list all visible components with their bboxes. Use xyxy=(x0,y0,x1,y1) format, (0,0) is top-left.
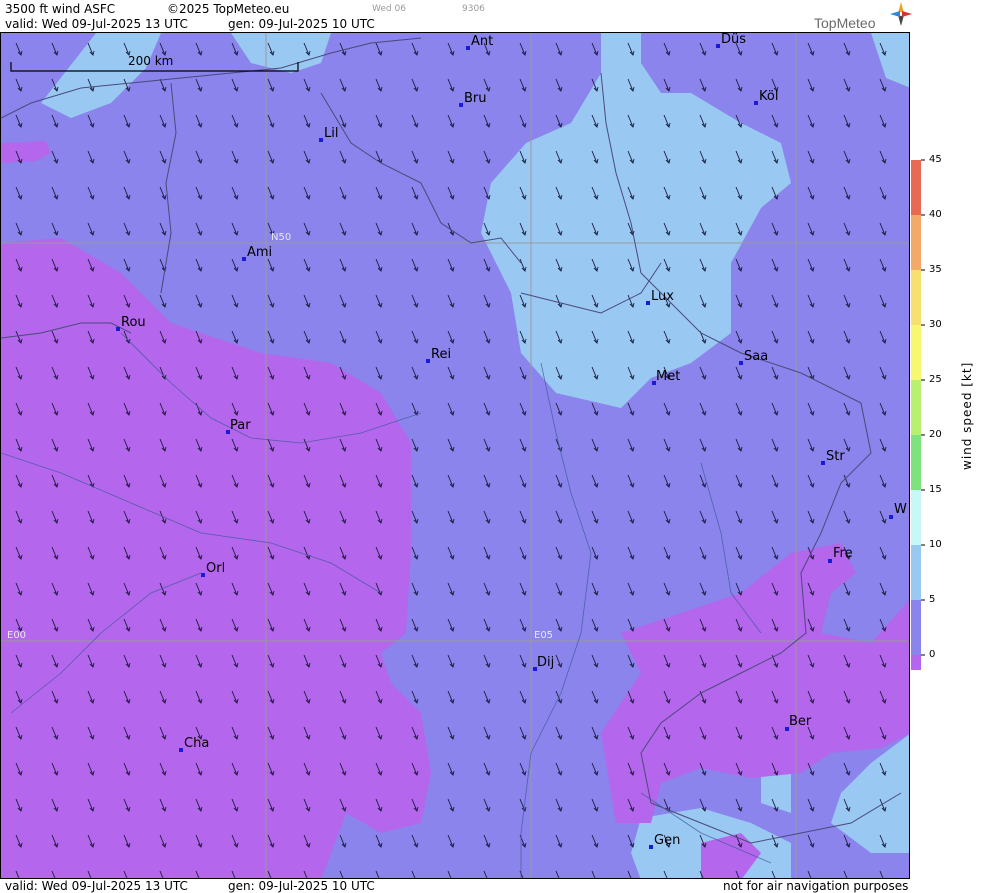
copyright-text: ©2025 TopMeteo.eu xyxy=(167,2,290,16)
svg-text:Dij: Dij xyxy=(537,655,554,670)
legend-swatch xyxy=(911,490,921,545)
compass-logo-icon xyxy=(890,2,912,26)
legend-swatch xyxy=(911,270,921,325)
svg-text:Ant: Ant xyxy=(471,34,493,49)
grid-label-e05: E05 xyxy=(534,630,553,641)
wind-speed-legend: 45 40 35 30 25 20 15 10 5 0 xyxy=(905,150,1000,670)
grid-label-n50: N50 xyxy=(271,232,291,243)
city-ber[interactable]: Ber xyxy=(785,714,812,731)
valid-time: valid: Wed 09-Jul-2025 13 UTC xyxy=(5,17,188,31)
city-cha[interactable]: Cha xyxy=(179,736,209,752)
svg-text:Lil: Lil xyxy=(324,126,338,141)
scale-bar-label: 200 km xyxy=(128,54,173,68)
city-met[interactable]: Met xyxy=(652,369,680,385)
wind-map[interactable]: N50 E00 E05 200 km Ant Düs Bru Köl Lil A… xyxy=(0,32,910,879)
legend-tick-label: 35 xyxy=(929,264,942,275)
legend-tick-label: 10 xyxy=(929,539,942,550)
svg-text:Lux: Lux xyxy=(651,289,674,304)
legend-tick-label: 0 xyxy=(929,649,936,660)
legend-tick-label: 25 xyxy=(929,374,942,385)
city-dij[interactable]: Dij xyxy=(533,655,554,671)
wind-arrows xyxy=(1,33,909,878)
footer-generated-time: gen: 09-Jul-2025 10 UTC xyxy=(228,879,375,893)
legend-swatch xyxy=(911,215,921,270)
svg-text:Düs: Düs xyxy=(721,33,746,47)
chart-title: 3500 ft wind ASFC xyxy=(5,2,116,16)
day-code: Wed 06 xyxy=(372,4,406,14)
svg-text:Saa: Saa xyxy=(744,349,768,364)
city-ant[interactable]: Ant xyxy=(466,34,493,50)
legend-tick-label: 5 xyxy=(929,594,936,605)
svg-text:Rou: Rou xyxy=(121,315,146,330)
city-rou[interactable]: Rou xyxy=(116,315,146,331)
footer-valid-time: valid: Wed 09-Jul-2025 13 UTC xyxy=(5,879,188,893)
grid-label-e00: E00 xyxy=(7,630,26,641)
city-dus[interactable]: Düs xyxy=(716,33,746,48)
svg-text:Köl: Köl xyxy=(759,89,778,104)
svg-text:Str: Str xyxy=(826,449,845,464)
legend-colorbar xyxy=(911,159,925,670)
svg-text:Bru: Bru xyxy=(464,91,487,106)
svg-text:Ami: Ami xyxy=(247,245,272,260)
svg-text:Rei: Rei xyxy=(431,347,451,362)
legend-swatch xyxy=(911,435,921,490)
legend-swatch xyxy=(911,160,921,215)
legend-swatch xyxy=(911,380,921,435)
city-gen[interactable]: Gen xyxy=(649,833,680,849)
city-ami[interactable]: Ami xyxy=(242,245,272,261)
legend-title: wind speed [kt] xyxy=(960,361,974,470)
legend-swatch xyxy=(911,655,921,670)
svg-text:Met: Met xyxy=(656,369,680,384)
legend-tick-label: 15 xyxy=(929,484,942,495)
legend-tick-label: 20 xyxy=(929,429,942,440)
svg-text:Gen: Gen xyxy=(654,833,680,848)
legend-tick-label: 40 xyxy=(929,209,942,220)
legend-swatch xyxy=(911,325,921,380)
legend-swatch xyxy=(911,600,921,655)
city-lux[interactable]: Lux xyxy=(646,289,674,305)
svg-text:Cha: Cha xyxy=(184,736,209,751)
city-bru[interactable]: Bru xyxy=(459,91,487,107)
svg-text:Fre: Fre xyxy=(833,546,853,561)
city-par[interactable]: Par xyxy=(226,418,251,434)
run-code: 9306 xyxy=(462,4,485,14)
svg-text:Orl: Orl xyxy=(206,561,225,576)
topmeteo-logo: TopMeteo xyxy=(814,15,876,31)
svg-text:Par: Par xyxy=(230,418,251,433)
footer-disclaimer: not for air navigation purposes xyxy=(723,879,909,893)
legend-swatch xyxy=(911,545,921,600)
svg-text:Ber: Ber xyxy=(789,714,812,729)
generated-time: gen: 09-Jul-2025 10 UTC xyxy=(228,17,375,31)
city-saa[interactable]: Saa xyxy=(739,349,768,365)
legend-tick-label: 30 xyxy=(929,319,942,330)
legend-tick-label: 45 xyxy=(929,154,942,165)
